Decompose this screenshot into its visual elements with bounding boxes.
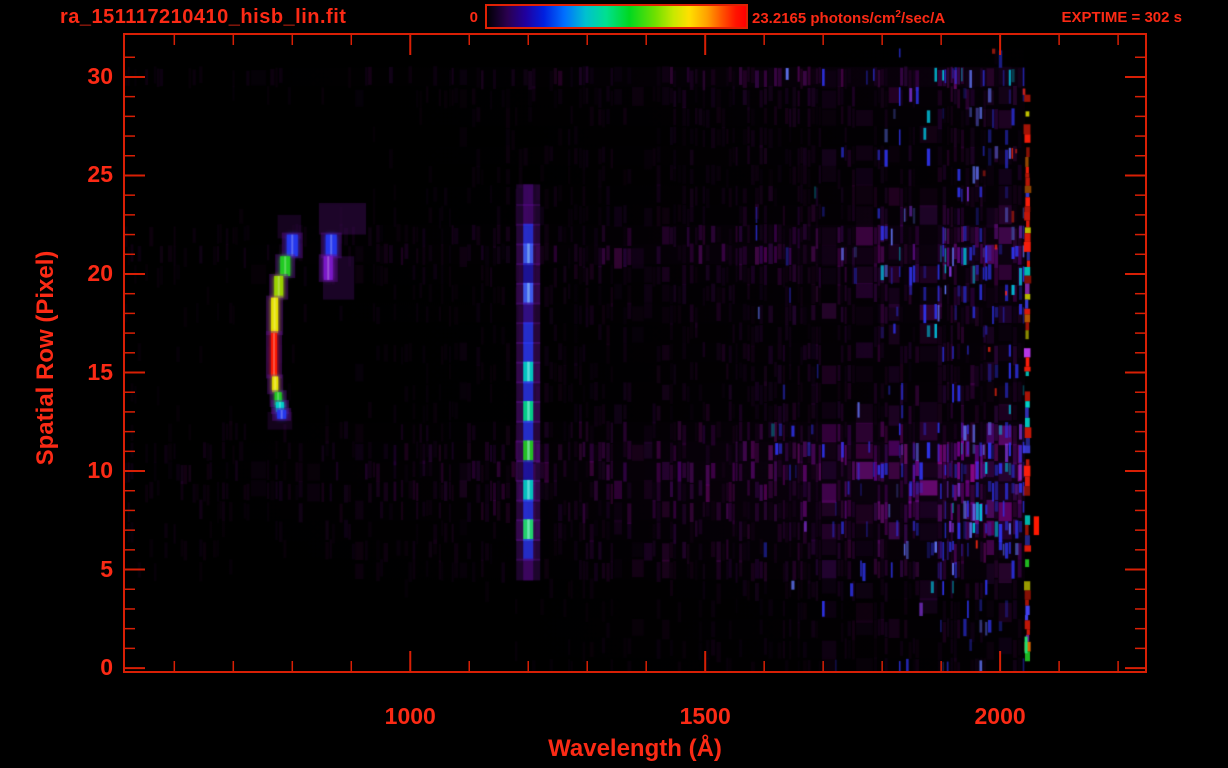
y-tick-label: 30 bbox=[87, 62, 113, 89]
x-tick-label: 1500 bbox=[679, 703, 731, 729]
axes-frame bbox=[123, 33, 1147, 673]
y-tick-label: 10 bbox=[87, 457, 113, 484]
x-axis-title: Wavelength (Å) bbox=[548, 735, 722, 762]
exptime-label: EXPTIME = 302 s bbox=[1061, 9, 1182, 26]
x-tick-label: 1000 bbox=[384, 703, 436, 729]
x-tick-label: 2000 bbox=[974, 703, 1026, 729]
y-tick-label: 15 bbox=[87, 358, 113, 385]
plot-frame bbox=[123, 33, 1147, 673]
colorbar-max-prefix: 23.2165 photons/cm bbox=[752, 10, 896, 27]
colorbar-max-suffix: /sec/A bbox=[900, 10, 946, 27]
y-tick-label: 20 bbox=[87, 259, 113, 286]
y-tick-label: 5 bbox=[100, 555, 113, 582]
y-tick-label: 25 bbox=[87, 161, 113, 188]
colorbar-gradient bbox=[485, 4, 748, 29]
file-title: ra_151117210410_hisb_lin.fit bbox=[60, 6, 347, 28]
plot-area: 1000 1500 2000 0 5 10 15 20 25 30 Wavelength (Å) bbox=[87, 33, 1147, 762]
colorbar-max-label: 23.2165 photons/cm2/sec/A bbox=[752, 9, 945, 27]
y-axis-title: Spatial Row (Pixel) bbox=[32, 250, 59, 466]
colorbar-min-label: 0 bbox=[469, 9, 478, 26]
y-tick-label: 0 bbox=[100, 654, 113, 681]
